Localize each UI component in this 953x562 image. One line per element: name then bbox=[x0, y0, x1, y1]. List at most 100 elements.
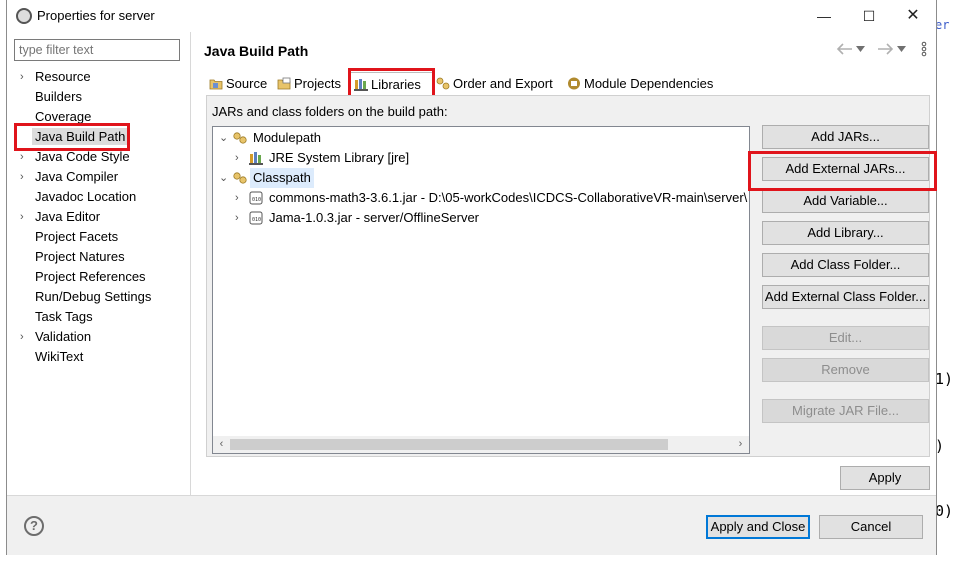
build-path-entry[interactable]: ⌄ Modulepath bbox=[213, 128, 749, 148]
eclipse-app-icon bbox=[16, 8, 32, 24]
sidebar-item-builders[interactable]: Builders bbox=[7, 87, 191, 107]
jar-icon: 010 bbox=[249, 191, 264, 205]
tab-source[interactable]: Source bbox=[206, 72, 267, 96]
scroll-right-icon[interactable]: › bbox=[732, 436, 749, 453]
chevron-right-icon[interactable]: › bbox=[235, 208, 247, 228]
jar-icon: 010 bbox=[249, 211, 264, 225]
library-icon bbox=[249, 151, 264, 165]
sidebar-item-label: Validation bbox=[35, 329, 92, 344]
projects-icon bbox=[277, 77, 291, 90]
properties-tree: › Resource Builders Coverage Java Build Path… bbox=[7, 67, 191, 367]
add-external-class-folder-button[interactable]: Add External Class Folder... bbox=[762, 285, 929, 309]
svg-text:010: 010 bbox=[252, 217, 261, 223]
build-path-entry[interactable]: › JRE System Library [jre] bbox=[213, 148, 749, 168]
sidebar-item-label: Java Code Style bbox=[35, 149, 130, 164]
libraries-tab-content: JARs and class folders on the build path… bbox=[206, 95, 930, 457]
scrollbar-thumb[interactable] bbox=[230, 439, 668, 450]
build-path-entry[interactable]: › 010 commons-math3-3.6.1.jar - D:\05-work… bbox=[213, 188, 749, 208]
build-path-entry[interactable]: › 010 Jama-1.0.3.jar - server/OfflineServe… bbox=[213, 208, 749, 228]
path-icon bbox=[233, 131, 248, 145]
svg-text:010: 010 bbox=[252, 197, 261, 203]
sidebar-item-java-compiler[interactable]: › Java Compiler bbox=[7, 167, 191, 187]
sidebar-item-label: Task Tags bbox=[35, 309, 93, 324]
dropdown-icon[interactable] bbox=[897, 46, 906, 52]
tab-module-dependencies[interactable]: Module Dependencies bbox=[564, 72, 713, 96]
background-code-text: 0) bbox=[935, 502, 953, 520]
cancel-button[interactable]: Cancel bbox=[819, 515, 923, 539]
add-variable-button[interactable]: Add Variable... bbox=[762, 189, 929, 213]
sidebar-item-label: Java Editor bbox=[35, 209, 101, 224]
sidebar-item-project-natures[interactable]: Project Natures bbox=[7, 247, 191, 267]
sidebar-item-label: Project Natures bbox=[35, 249, 125, 264]
annotation-highlight-java-build-path bbox=[14, 123, 130, 151]
chevron-down-icon[interactable]: ⌄ bbox=[219, 128, 231, 148]
add-class-folder-button[interactable]: Add Class Folder... bbox=[762, 253, 929, 277]
sidebar-item-label: Coverage bbox=[35, 109, 92, 124]
migrate-jar-file-button[interactable]: Migrate JAR File... bbox=[762, 399, 929, 423]
add-jars-button[interactable]: Add JARs... bbox=[762, 125, 929, 149]
tab-label: Order and Export bbox=[453, 76, 553, 91]
chevron-down-icon[interactable]: ⌄ bbox=[219, 168, 231, 188]
chevron-right-icon[interactable]: › bbox=[20, 67, 30, 87]
build-path-entry-label: commons-math3-3.6.1.jar - D:\05-workCode… bbox=[269, 190, 748, 205]
build-path-entry-label: Jama-1.0.3.jar - server/OfflineServer bbox=[269, 210, 479, 225]
close-button[interactable]: ✕ bbox=[896, 4, 930, 28]
maximize-button[interactable]: ☐ bbox=[852, 4, 886, 28]
sidebar-item-java-editor[interactable]: › Java Editor bbox=[7, 207, 191, 227]
source-folder-icon bbox=[209, 79, 223, 90]
chevron-right-icon[interactable]: › bbox=[235, 188, 247, 208]
sidebar-item-validation[interactable]: › Validation bbox=[7, 327, 191, 347]
sidebar-item-project-facets[interactable]: Project Facets bbox=[7, 227, 191, 247]
sidebar-item-task-tags[interactable]: Task Tags bbox=[7, 307, 191, 327]
annotation-highlight-add-external-jars bbox=[748, 151, 937, 191]
tab-projects[interactable]: Projects bbox=[274, 72, 341, 96]
sidebar-item-label: Project References bbox=[35, 269, 146, 284]
apply-and-close-button[interactable]: Apply and Close bbox=[706, 515, 810, 539]
scroll-left-icon[interactable]: ‹ bbox=[213, 436, 230, 453]
title-bar: Properties for server — ☐ ✕ bbox=[7, 0, 936, 32]
page-title: Java Build Path bbox=[204, 43, 309, 59]
chevron-right-icon[interactable]: › bbox=[20, 207, 30, 227]
apply-button[interactable]: Apply bbox=[840, 466, 930, 490]
dropdown-icon[interactable] bbox=[856, 46, 865, 52]
dialog-footer: ? Apply and Close Cancel bbox=[7, 495, 936, 555]
build-path-tree[interactable]: ‹ › ⌄ Modulepath › JRE System Library [jre]… bbox=[212, 126, 750, 454]
edit-button[interactable]: Edit... bbox=[762, 326, 929, 350]
tab-bar: Source Projects Libraries Order and Expo… bbox=[206, 72, 906, 96]
sidebar-item-label: Javadoc Location bbox=[35, 189, 137, 204]
filter-input[interactable] bbox=[14, 39, 180, 61]
sidebar-item-javadoc-location[interactable]: Javadoc Location bbox=[7, 187, 191, 207]
sidebar-item-resource[interactable]: › Resource bbox=[7, 67, 191, 87]
path-icon bbox=[233, 171, 248, 185]
build-path-entry-label: Classpath bbox=[250, 168, 314, 188]
sidebar-item-run-debug-settings[interactable]: Run/Debug Settings bbox=[7, 287, 191, 307]
sidebar-item-label: Java Compiler bbox=[35, 169, 119, 184]
help-icon[interactable]: ? bbox=[24, 516, 44, 536]
properties-sidebar: ›ResourceBuildersCoverageJava Build Path… bbox=[7, 32, 191, 495]
build-path-entry-label: Modulepath bbox=[253, 130, 321, 145]
tab-order-and-export[interactable]: Order and Export bbox=[433, 72, 553, 96]
chevron-right-icon[interactable]: › bbox=[20, 167, 30, 187]
remove-button[interactable]: Remove bbox=[762, 358, 929, 382]
background-code-text: 1) bbox=[935, 370, 953, 388]
forward-arrow-icon[interactable] bbox=[876, 42, 894, 56]
chevron-right-icon[interactable]: › bbox=[20, 327, 30, 347]
sidebar-item-label: Run/Debug Settings bbox=[35, 289, 152, 304]
minimize-button[interactable]: — bbox=[807, 4, 841, 28]
sidebar-item-project-references[interactable]: Project References bbox=[7, 267, 191, 287]
sidebar-item-wikitext[interactable]: WikiText bbox=[7, 347, 191, 367]
menu-icon[interactable] bbox=[921, 41, 927, 57]
module-icon bbox=[568, 77, 580, 90]
properties-dialog: Properties for server — ☐ ✕ › Resource Bui… bbox=[6, 0, 937, 555]
tab-label: Source bbox=[226, 76, 268, 91]
chevron-right-icon[interactable]: › bbox=[235, 148, 247, 168]
order-export-icon bbox=[436, 77, 450, 90]
add-library-button[interactable]: Add Library... bbox=[762, 221, 929, 245]
build-path-entry[interactable]: ⌄ Classpath bbox=[213, 168, 749, 188]
back-arrow-icon[interactable] bbox=[836, 42, 854, 56]
tab-label: Module Dependencies bbox=[584, 76, 714, 91]
window-title: Properties for server bbox=[37, 8, 155, 23]
horizontal-scrollbar[interactable]: ‹ › bbox=[213, 436, 749, 453]
sidebar-item-label: Resource bbox=[35, 69, 91, 84]
build-path-entry-label: JRE System Library [jre] bbox=[269, 150, 410, 165]
